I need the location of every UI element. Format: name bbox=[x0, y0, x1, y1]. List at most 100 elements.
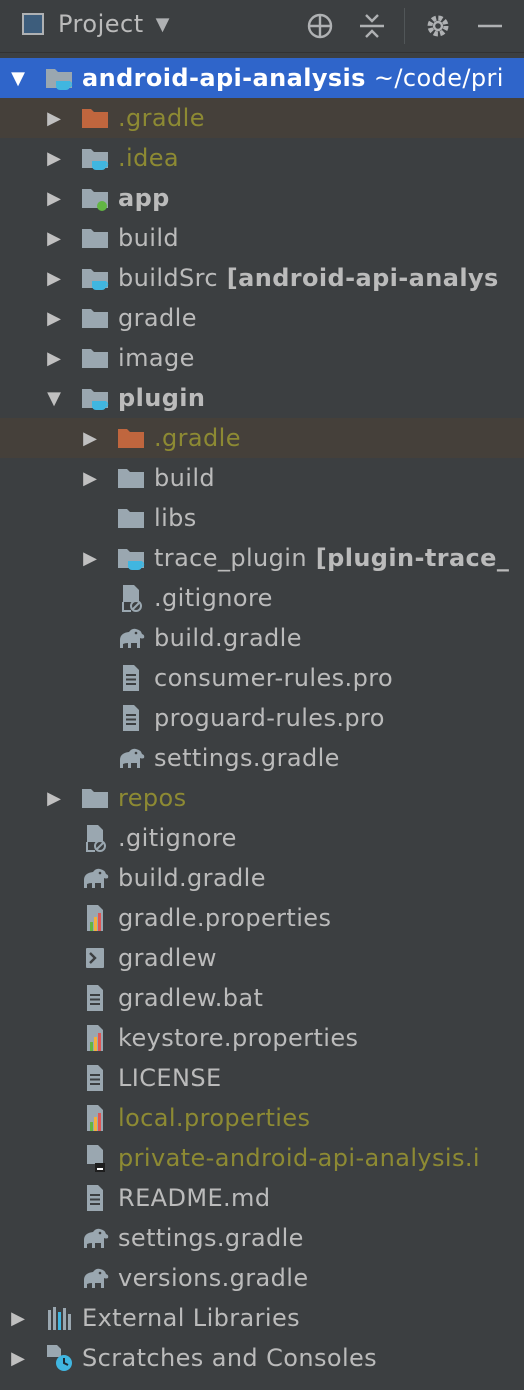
tree-row[interactable]: settings.gradle bbox=[0, 738, 524, 778]
tree-row[interactable]: ▶ .idea bbox=[0, 138, 524, 178]
module-folder-icon bbox=[44, 64, 74, 92]
tree-item-label: gradlew bbox=[118, 944, 217, 972]
tree-item-label: gradlew.bat bbox=[118, 984, 264, 1012]
tree-row[interactable]: ▼ android-api-analysis ~/code/pri bbox=[0, 58, 524, 98]
tree-row[interactable]: ▶ image bbox=[0, 338, 524, 378]
collapsed-arrow-icon[interactable]: ▶ bbox=[8, 1298, 28, 1338]
module-folder-icon bbox=[80, 144, 110, 172]
tree-item-label: libs bbox=[154, 504, 197, 532]
tree-row[interactable]: ▶ gradle bbox=[0, 298, 524, 338]
collapsed-arrow-icon[interactable]: ▶ bbox=[44, 178, 64, 218]
tree-item-label: .idea bbox=[118, 144, 180, 172]
minimize-icon[interactable] bbox=[474, 10, 506, 42]
tree-row[interactable]: gradlew bbox=[0, 938, 524, 978]
tree-item-label: trace_plugin [plugin-trace_ bbox=[154, 544, 510, 572]
properties-file-icon bbox=[80, 1024, 110, 1052]
module-folder-icon bbox=[80, 264, 110, 292]
project-view-selector[interactable]: Project ▼ bbox=[22, 10, 169, 38]
gear-icon[interactable] bbox=[422, 10, 454, 42]
tree-row[interactable]: ▶ trace_plugin [plugin-trace_ bbox=[0, 538, 524, 578]
tree-item-label: buildSrc [android-api-analys bbox=[118, 264, 499, 292]
folder-icon bbox=[116, 464, 146, 492]
tree-item-label: consumer-rules.pro bbox=[154, 664, 394, 692]
tree-row[interactable]: private-android-api-analysis.i bbox=[0, 1138, 524, 1178]
tree-row[interactable]: .gitignore bbox=[0, 578, 524, 618]
tree-item-label: settings.gradle bbox=[118, 1224, 304, 1252]
tree-row[interactable]: gradlew.bat bbox=[0, 978, 524, 1018]
tree-row[interactable]: ▶ repos bbox=[0, 778, 524, 818]
tree-row[interactable]: gradle.properties bbox=[0, 898, 524, 938]
tree-row[interactable]: LICENSE bbox=[0, 1058, 524, 1098]
tree-row[interactable]: ▶ Scratches and Consoles bbox=[0, 1338, 524, 1378]
tree-item-label: local.properties bbox=[118, 1104, 311, 1132]
libraries-icon bbox=[44, 1304, 74, 1332]
app-module-folder-icon bbox=[80, 184, 110, 212]
tree-item-label: private-android-api-analysis.i bbox=[118, 1144, 480, 1172]
collapsed-arrow-icon[interactable]: ▶ bbox=[44, 218, 64, 258]
scratches-icon bbox=[44, 1344, 74, 1372]
tree-row[interactable]: ▶ build bbox=[0, 458, 524, 498]
locate-icon[interactable] bbox=[304, 10, 336, 42]
tree-item-label: keystore.properties bbox=[118, 1024, 359, 1052]
tree-row[interactable]: ▶ buildSrc [android-api-analys bbox=[0, 258, 524, 298]
tree-row[interactable]: local.properties bbox=[0, 1098, 524, 1138]
tree-row[interactable]: proguard-rules.pro bbox=[0, 698, 524, 738]
properties-file-icon bbox=[80, 1104, 110, 1132]
folder-icon bbox=[80, 224, 110, 252]
panel-title: Project bbox=[58, 10, 144, 38]
collapsed-arrow-icon[interactable]: ▶ bbox=[44, 138, 64, 178]
text-file-icon bbox=[116, 664, 146, 692]
expanded-arrow-icon[interactable]: ▼ bbox=[8, 58, 28, 98]
expanded-arrow-icon[interactable]: ▼ bbox=[44, 378, 64, 418]
tree-row[interactable]: keystore.properties bbox=[0, 1018, 524, 1058]
tree-row[interactable]: consumer-rules.pro bbox=[0, 658, 524, 698]
tree-item-label: build bbox=[154, 464, 216, 492]
tree-row[interactable]: ▶ .gradle bbox=[0, 98, 524, 138]
gradle-file-icon bbox=[80, 1224, 110, 1252]
excluded-folder-icon bbox=[80, 104, 110, 132]
tree-row[interactable]: ▶ .gradle bbox=[0, 418, 524, 458]
module-folder-icon bbox=[80, 384, 110, 412]
collapsed-arrow-icon[interactable]: ▶ bbox=[80, 538, 100, 578]
tree-item-label: proguard-rules.pro bbox=[154, 704, 385, 732]
tree-item-label: LICENSE bbox=[118, 1064, 222, 1092]
tree-item-label: image bbox=[118, 344, 195, 372]
tree-item-label: repos bbox=[118, 784, 187, 812]
tree-item-label: .gradle bbox=[154, 424, 241, 452]
tree-item-label: gradle.properties bbox=[118, 904, 332, 932]
collapse-all-icon[interactable] bbox=[356, 10, 388, 42]
text-file-icon bbox=[80, 984, 110, 1012]
tree-row[interactable]: ▼ plugin bbox=[0, 378, 524, 418]
collapsed-arrow-icon[interactable]: ▶ bbox=[44, 338, 64, 378]
tree-row[interactable]: build.gradle bbox=[0, 618, 524, 658]
collapsed-arrow-icon[interactable]: ▶ bbox=[8, 1338, 28, 1378]
gradle-file-icon bbox=[80, 864, 110, 892]
chevron-down-icon: ▼ bbox=[155, 13, 170, 35]
text-file-icon bbox=[116, 704, 146, 732]
tree-item-label: build.gradle bbox=[118, 864, 266, 892]
collapsed-arrow-icon[interactable]: ▶ bbox=[80, 458, 100, 498]
collapsed-arrow-icon[interactable]: ▶ bbox=[44, 778, 64, 818]
tree-row[interactable]: ▶ External Libraries bbox=[0, 1298, 524, 1338]
tree-row[interactable]: versions.gradle bbox=[0, 1258, 524, 1298]
tree-item-label: External Libraries bbox=[82, 1304, 301, 1332]
collapsed-arrow-icon[interactable]: ▶ bbox=[44, 98, 64, 138]
toolbar-separator bbox=[404, 8, 405, 44]
tree-row[interactable]: .gitignore bbox=[0, 818, 524, 858]
tree-item-label: build bbox=[118, 224, 180, 252]
tree-item-label: .gradle bbox=[118, 104, 205, 132]
tree-row[interactable]: ▶ build bbox=[0, 218, 524, 258]
excluded-folder-icon bbox=[116, 424, 146, 452]
tree-row[interactable]: README.md bbox=[0, 1178, 524, 1218]
tree-row[interactable]: build.gradle bbox=[0, 858, 524, 898]
tree-item-label: android-api-analysis ~/code/pri bbox=[82, 64, 504, 92]
project-tree: ▼ android-api-analysis ~/code/pri ▶ .gradle… bbox=[0, 58, 524, 1378]
tree-row[interactable]: ▶ app bbox=[0, 178, 524, 218]
tree-item-label: app bbox=[118, 184, 170, 212]
tree-row[interactable]: settings.gradle bbox=[0, 1218, 524, 1258]
tree-row[interactable]: libs bbox=[0, 498, 524, 538]
gradle-file-icon bbox=[116, 624, 146, 652]
collapsed-arrow-icon[interactable]: ▶ bbox=[44, 298, 64, 338]
collapsed-arrow-icon[interactable]: ▶ bbox=[44, 258, 64, 298]
collapsed-arrow-icon[interactable]: ▶ bbox=[80, 418, 100, 458]
